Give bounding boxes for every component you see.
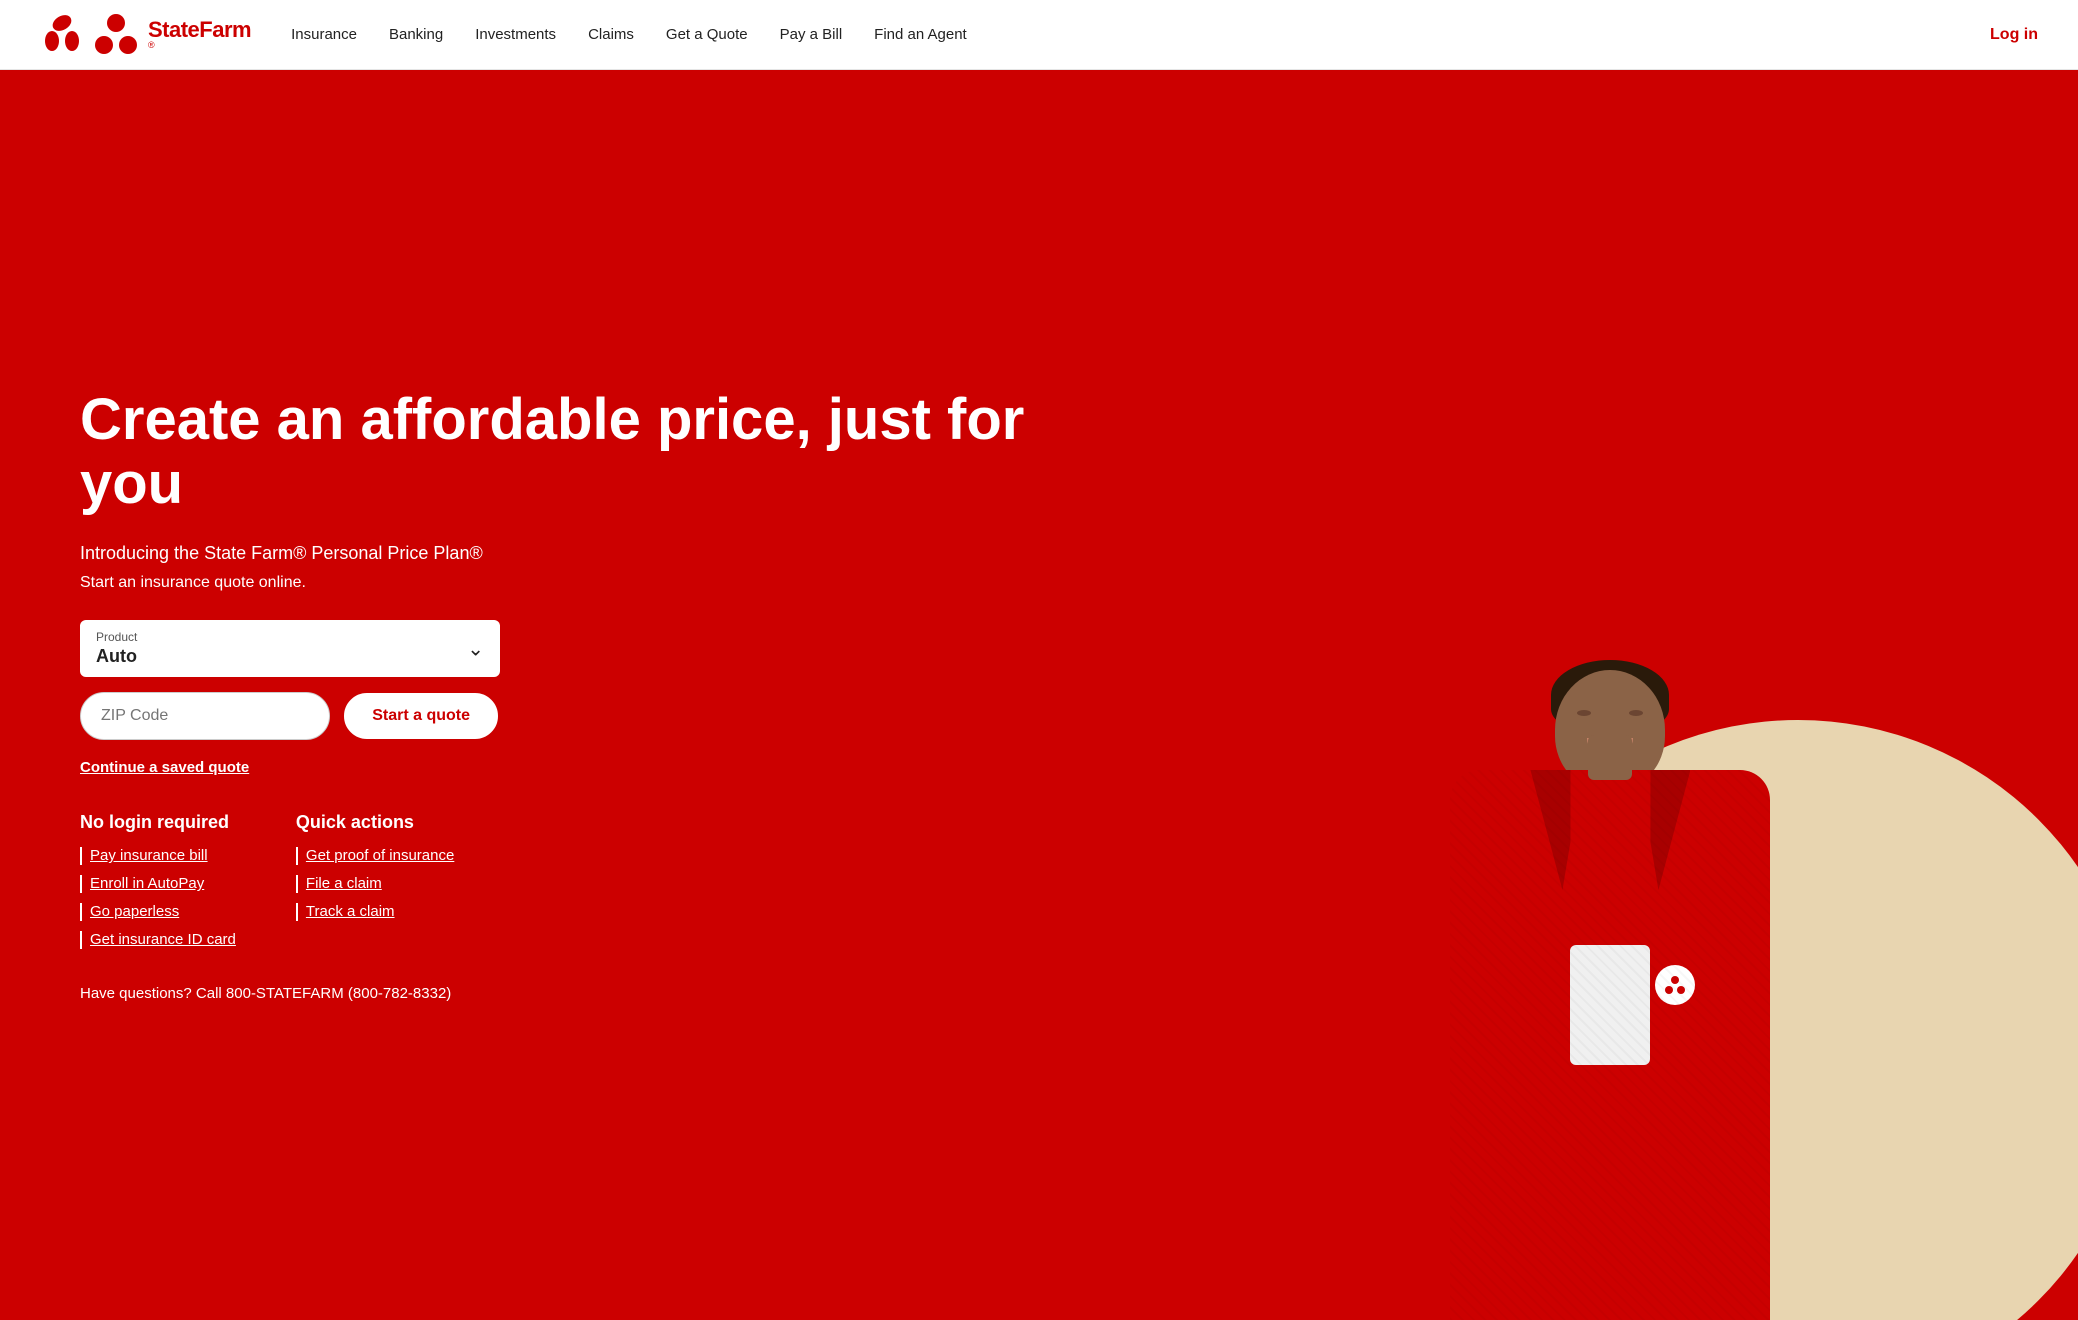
login-button[interactable]: Log in: [1990, 26, 2038, 44]
hero-tagline: Start an insurance quote online.: [80, 574, 1083, 592]
product-label: Product: [96, 630, 484, 644]
get-proof-of-insurance-link[interactable]: Get proof of insurance: [306, 847, 454, 864]
statefarm-logo-icon: [40, 15, 84, 55]
no-login-links: Pay insurance bill Enroll in AutoPay Go …: [80, 847, 236, 949]
logo-trademark: ®: [148, 41, 251, 50]
nav-investments[interactable]: Investments: [475, 26, 556, 43]
hero-title: Create an affordable price, just for you: [80, 388, 1083, 516]
product-value: Auto: [96, 646, 484, 667]
nav-insurance[interactable]: Insurance: [291, 26, 357, 43]
person-jacket: [1450, 770, 1770, 1320]
quick-actions-col: Quick actions Get proof of insurance Fil…: [296, 812, 454, 949]
main-nav: Insurance Banking Investments Claims Get…: [291, 26, 967, 43]
continue-saved-quote-link[interactable]: Continue a saved quote: [80, 759, 249, 776]
quote-form: Product Auto ⌄ Start a quote Continue a …: [80, 620, 500, 776]
nav-get-a-quote[interactable]: Get a Quote: [666, 26, 748, 43]
quick-action-links: Get proof of insurance File a claim Trac…: [296, 847, 454, 921]
header: StateFarm ® Insurance Banking Investment…: [0, 0, 2078, 70]
statefarm-logo-svg: [92, 13, 140, 57]
start-quote-button[interactable]: Start a quote: [342, 691, 500, 741]
person-figure: [1380, 640, 1840, 1320]
hero-section: Create an affordable price, just for you…: [0, 70, 2078, 1320]
no-login-heading: No login required: [80, 812, 236, 833]
list-item: Track a claim: [296, 903, 454, 921]
enroll-autopay-link[interactable]: Enroll in AutoPay: [90, 875, 204, 892]
quick-actions-heading: Quick actions: [296, 812, 454, 833]
nav-pay-a-bill[interactable]: Pay a Bill: [780, 26, 843, 43]
list-item: Get insurance ID card: [80, 931, 236, 949]
logo[interactable]: StateFarm ®: [40, 13, 251, 57]
list-item: Go paperless: [80, 903, 236, 921]
hero-right-illustration: [1143, 70, 2078, 1320]
track-a-claim-link[interactable]: Track a claim: [306, 903, 395, 920]
logo-text: StateFarm: [148, 19, 251, 41]
hero-content: Create an affordable price, just for you…: [0, 70, 1143, 1320]
product-select[interactable]: Product Auto ⌄: [80, 620, 500, 677]
actions-section: No login required Pay insurance bill Enr…: [80, 812, 1083, 949]
list-item: Pay insurance bill: [80, 847, 236, 865]
list-item: Enroll in AutoPay: [80, 875, 236, 893]
hero-subtitle: Introducing the State Farm® Personal Pri…: [80, 543, 1083, 564]
nav-claims[interactable]: Claims: [588, 26, 634, 43]
pay-insurance-bill-link[interactable]: Pay insurance bill: [90, 847, 208, 864]
zip-start-row: Start a quote: [80, 691, 500, 741]
zip-code-input[interactable]: [80, 692, 330, 740]
nav-find-an-agent[interactable]: Find an Agent: [874, 26, 967, 43]
chevron-down-icon: ⌄: [467, 636, 484, 661]
no-login-col: No login required Pay insurance bill Enr…: [80, 812, 236, 949]
list-item: File a claim: [296, 875, 454, 893]
header-left: StateFarm ® Insurance Banking Investment…: [40, 13, 967, 57]
nav-banking[interactable]: Banking: [389, 26, 443, 43]
file-a-claim-link[interactable]: File a claim: [306, 875, 382, 892]
go-paperless-link[interactable]: Go paperless: [90, 903, 179, 920]
list-item: Get proof of insurance: [296, 847, 454, 865]
insurance-id-card-link[interactable]: Get insurance ID card: [90, 931, 236, 948]
phone-line: Have questions? Call 800-STATEFARM (800-…: [80, 985, 1083, 1002]
